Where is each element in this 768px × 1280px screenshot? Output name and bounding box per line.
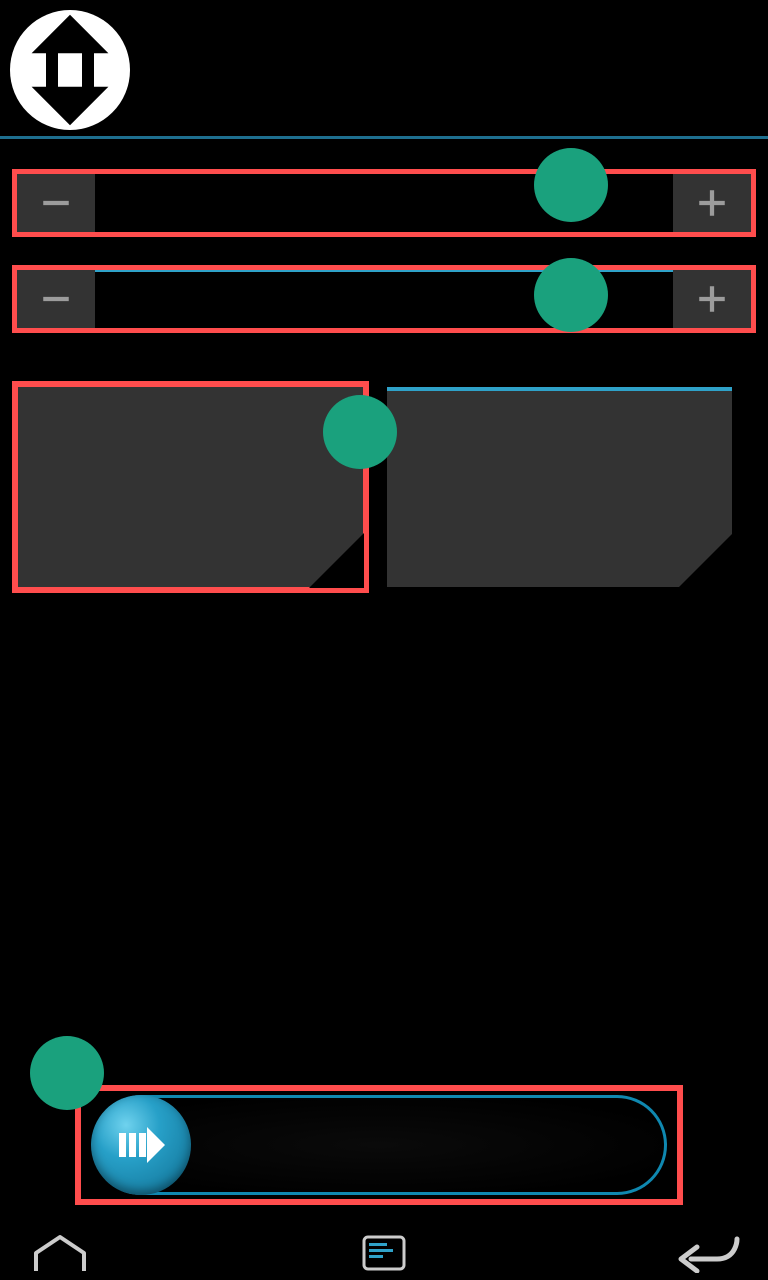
annotation-badge-4 (30, 1036, 104, 1110)
back-button[interactable] (668, 1230, 748, 1275)
header (0, 0, 768, 139)
console-icon (360, 1233, 408, 1273)
minus-icon (39, 282, 73, 316)
back-icon (673, 1233, 743, 1273)
console-button[interactable] (344, 1230, 424, 1275)
ext-size-stepper (12, 169, 756, 237)
page-title (0, 139, 768, 165)
annotation-badge-3 (534, 258, 608, 332)
swap-size-stepper (12, 265, 756, 333)
twrp-logo-icon (10, 10, 130, 130)
filesystem-option-ext3[interactable] (18, 387, 363, 587)
navbar (0, 1225, 768, 1280)
swap-size-plus-button[interactable] (673, 270, 751, 328)
filesystem-option-ext4[interactable] (387, 387, 732, 587)
minus-icon (39, 186, 73, 220)
plus-icon (695, 186, 729, 220)
swap-size-minus-button[interactable] (17, 270, 95, 328)
swipe-to-partition[interactable] (75, 1085, 683, 1205)
filesystem-label (0, 337, 768, 387)
home-icon (30, 1233, 90, 1273)
warning-text (0, 587, 768, 657)
plus-icon (695, 282, 729, 316)
home-button[interactable] (20, 1230, 100, 1275)
ext-size-plus-button[interactable] (673, 174, 751, 232)
annotation-badge-2 (534, 148, 608, 222)
ext-size-minus-button[interactable] (17, 174, 95, 232)
swipe-arrow-icon (113, 1117, 169, 1173)
swipe-handle[interactable] (91, 1095, 191, 1195)
annotation-badge-1 (323, 395, 397, 469)
